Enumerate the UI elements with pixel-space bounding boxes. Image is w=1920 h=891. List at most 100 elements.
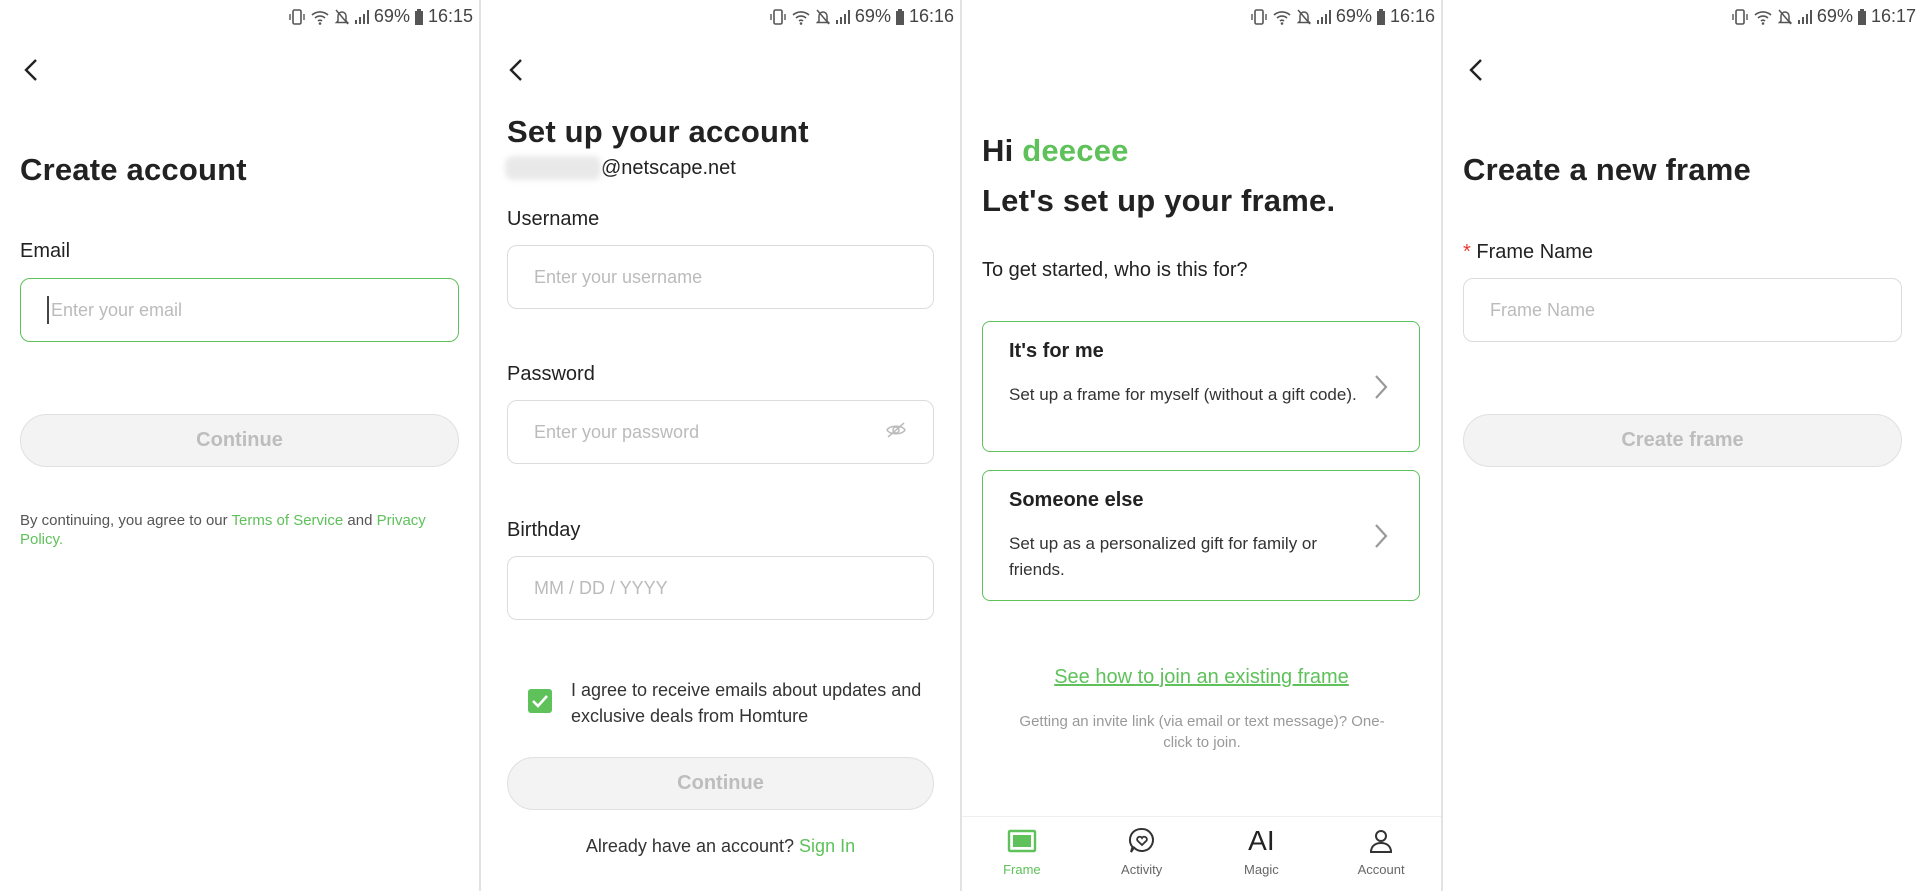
battery-icon (414, 8, 424, 26)
status-time: 16:16 (1389, 6, 1435, 26)
no-notifications-icon (1296, 8, 1312, 26)
password-label: Password (507, 363, 595, 385)
status-bar: 69% 16:16 (769, 6, 954, 27)
frame-icon (1007, 826, 1037, 856)
vibrate-icon (769, 8, 787, 26)
status-time: 16:17 (1870, 6, 1916, 26)
continue-button[interactable]: Continue (507, 757, 934, 810)
wifi-icon (1272, 8, 1292, 26)
redacted-email-blur (505, 156, 601, 180)
option-title: It's for me (1009, 340, 1104, 362)
option-description: Set up a frame for myself (without a gif… (1009, 385, 1357, 404)
email-label: Email (20, 240, 71, 262)
vibrate-icon (288, 8, 306, 26)
option-for-me-card[interactable]: It's for me Set up a frame for myself (w… (982, 321, 1420, 452)
battery-percent: 69% (1335, 6, 1372, 26)
consent-checkbox[interactable] (528, 689, 552, 713)
option-someone-else-card[interactable]: Someone else Set up as a personalized gi… (982, 470, 1420, 601)
screen-setup-account: 69% 16:16 Set up your account @netscape.… (481, 0, 960, 891)
password-placeholder: Enter your password (534, 421, 700, 442)
username-input[interactable]: Enter your username (507, 245, 934, 309)
back-arrow-icon[interactable] (20, 56, 44, 84)
vibrate-icon (1250, 8, 1268, 26)
birthday-label: Birthday (507, 519, 581, 541)
page-subtitle: Let's set up your frame. (982, 183, 1336, 218)
signin-prompt: Already have an account? Sign In (481, 836, 960, 857)
vibrate-icon (1731, 8, 1749, 26)
signal-icon (354, 9, 370, 25)
who-question: To get started, who is this for? (982, 259, 1248, 281)
no-notifications-icon (815, 8, 831, 26)
greeting: Hi deecee (982, 133, 1129, 169)
battery-icon (1857, 8, 1867, 26)
nav-item-activity[interactable]: Activity (1082, 817, 1202, 891)
status-bar: 69% 16:15 (288, 6, 473, 27)
terms-and: and (343, 512, 377, 529)
no-notifications-icon (1777, 8, 1793, 26)
frame-name-placeholder: Frame Name (1490, 299, 1596, 320)
back-arrow-icon[interactable] (505, 56, 529, 84)
username-label: Username (507, 208, 600, 230)
status-time: 16:16 (908, 6, 954, 26)
status-time: 16:15 (427, 6, 473, 26)
create-frame-button[interactable]: Create frame (1463, 414, 1902, 467)
username-placeholder: Enter your username (534, 266, 703, 287)
consent-text: I agree to receive emails about updates … (571, 680, 922, 726)
battery-percent: 69% (1816, 6, 1853, 26)
wifi-icon (1753, 8, 1773, 26)
screen-create-frame: 69% 16:17 Create a new frame * Frame Nam… (1443, 0, 1920, 891)
back-arrow-icon[interactable] (1465, 56, 1489, 84)
bottom-navigation: Frame Activity AI Magic Account (962, 816, 1441, 891)
option-description: Set up as a personalized gift for family… (1009, 534, 1318, 579)
frame-name-label: * Frame Name (1463, 241, 1593, 264)
ai-icon-text: AI (1248, 825, 1275, 856)
page-title: Set up your account (507, 114, 809, 149)
nav-label: Frame (1003, 862, 1041, 877)
screen-create-account: 69% 16:15 Create account Email Enter you… (0, 0, 479, 891)
signin-prefix: Already have an account? (585, 836, 800, 856)
signal-icon (835, 9, 851, 25)
page-title: Create a new frame (1463, 152, 1751, 187)
continue-button[interactable]: Continue (20, 414, 459, 467)
chevron-right-icon (1375, 523, 1388, 548)
greeting-username: deecee (1022, 133, 1129, 168)
chevron-right-icon (1375, 374, 1388, 399)
birthday-placeholder: MM / DD / YYYY (534, 577, 668, 598)
nav-item-account[interactable]: Account (1321, 817, 1441, 891)
required-asterisk: * (1463, 241, 1471, 263)
account-icon (1367, 826, 1395, 856)
frame-name-input[interactable]: Frame Name (1463, 278, 1902, 342)
frame-name-label-text: Frame Name (1476, 241, 1594, 263)
sign-in-link[interactable]: Sign In (799, 836, 855, 856)
email-domain: @netscape.net (601, 156, 736, 179)
wifi-icon (791, 8, 811, 26)
screen-setup-frame: 69% 16:16 Hi deecee Let's set up your fr… (962, 0, 1441, 891)
join-existing-frame-link[interactable]: See how to join an existing frame (962, 666, 1441, 689)
wifi-icon (310, 8, 330, 26)
battery-percent: 69% (373, 6, 410, 26)
terms-of-service-link[interactable]: Terms of Service (232, 512, 344, 529)
eye-off-icon[interactable] (885, 421, 907, 444)
option-title: Someone else (1009, 489, 1144, 511)
terms-prefix: By continuing, you agree to our (20, 512, 232, 529)
ai-magic-icon: AI (1248, 825, 1275, 856)
nav-item-frame[interactable]: Frame (962, 817, 1082, 891)
account-email: @netscape.net (505, 156, 736, 180)
birthday-input[interactable]: MM / DD / YYYY (507, 556, 934, 620)
page-title: Create account (20, 152, 247, 187)
status-bar: 69% 16:16 (1250, 6, 1435, 27)
nav-label: Account (1357, 862, 1405, 877)
password-input[interactable]: Enter your password (507, 400, 934, 464)
greeting-word: Hi (982, 133, 1014, 168)
terms-suffix: . (58, 531, 64, 548)
battery-icon (895, 8, 905, 26)
activity-icon (1127, 826, 1157, 856)
nav-label: Magic (1244, 862, 1279, 877)
no-notifications-icon (334, 8, 350, 26)
battery-icon (1376, 8, 1386, 26)
email-input[interactable]: Enter your email (20, 278, 459, 342)
nav-item-magic[interactable]: AI Magic (1202, 817, 1322, 891)
checkmark-icon (532, 695, 548, 708)
nav-label: Activity (1121, 862, 1163, 877)
email-placeholder: Enter your email (51, 299, 183, 320)
